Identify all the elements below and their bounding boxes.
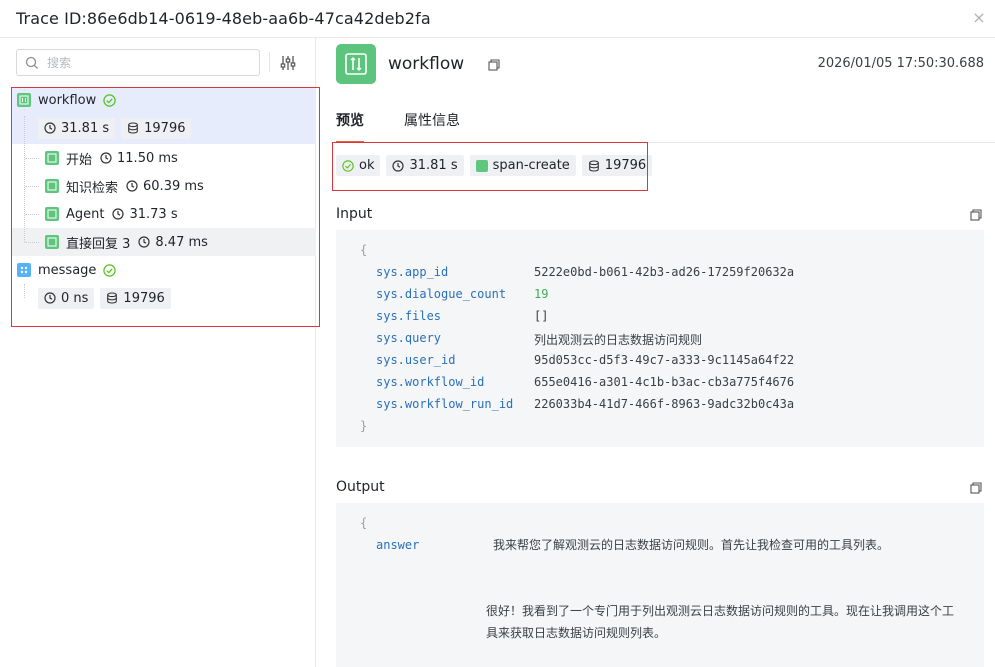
divider — [269, 52, 270, 72]
tree-connector — [25, 214, 39, 215]
duration-badge: 31.81 s — [38, 117, 116, 139]
tree-item-direct-reply[interactable]: 直接回复 3 8.47 ms — [45, 228, 208, 256]
tree-item-label: message — [38, 262, 97, 278]
node-icon — [475, 159, 488, 172]
database-icon — [128, 122, 138, 134]
tree-connector — [24, 116, 25, 242]
output-text: 我来帮您了解观测云的日志数据访问规则。首先让我检查可用的工具列表。 — [493, 538, 890, 552]
database-icon — [107, 292, 118, 304]
filter-settings-icon[interactable] — [279, 54, 297, 72]
divider — [336, 142, 995, 143]
tab-preview[interactable]: 预览 — [336, 111, 364, 143]
input-section-title: Input — [336, 206, 373, 222]
clock-icon — [44, 292, 56, 304]
tab-attributes[interactable]: 属性信息 — [404, 111, 460, 143]
json-row: sys.user_id 95d053cc-d5f3-49c7-a333-9c114… — [376, 353, 795, 367]
clock-icon — [392, 159, 405, 172]
tree-item-message-meta: 0 ns 19796 — [38, 284, 177, 312]
output-json-block: { answer 我来帮您了解观测云的日志数据访问规则。首先让我检查可用的工具列… — [336, 503, 984, 667]
tree-connector — [25, 158, 39, 159]
workflow-node-icon — [17, 93, 31, 107]
json-row: sys.files[] — [376, 309, 549, 323]
node-icon — [45, 207, 59, 221]
status-ok-icon — [342, 159, 354, 172]
status-ok-icon — [103, 263, 117, 277]
token-badge: 19796 — [100, 287, 171, 309]
clock-icon — [126, 180, 138, 192]
copy-icon[interactable] — [488, 59, 500, 71]
json-row: sys.workflow_id 655e0416-a301-4c1b-b3ac-c… — [376, 375, 795, 389]
search-input[interactable] — [47, 55, 237, 70]
output-text: 很好！我看到了一个专门用于列出观测云日志数据访问规则的工具。现在让我调用这个工 — [486, 604, 955, 618]
tree-item-message[interactable]: message — [17, 256, 117, 284]
tree-connector — [25, 186, 39, 187]
trace-header: Trace ID:86e6db14-0619-48eb-aa6b-47ca42d… — [0, 0, 995, 38]
database-icon — [588, 159, 599, 172]
output-text: 具来获取日志数据访问规则列表。 — [486, 626, 667, 640]
token-badge: 19796 — [121, 117, 192, 139]
tree-item-agent[interactable]: Agent 31.73 s — [45, 200, 178, 228]
input-json-block: { sys.app_id 5222e0bd-b061-42b3-ad26-1725… — [336, 230, 984, 447]
clock-icon — [112, 208, 125, 220]
timestamp: 2026/01/05 17:50:30.688 — [817, 56, 984, 71]
detail-title: workflow — [388, 54, 465, 74]
token-badge: 19796 — [581, 155, 653, 176]
tree-item-knowledge-retrieval[interactable]: 知识检索 60.39 ms — [45, 172, 204, 200]
tree-item-workflow-meta: 31.81 s 19796 — [38, 114, 197, 142]
json-row: sys.dialogue_count 19 — [376, 287, 549, 301]
status-ok-icon — [103, 93, 116, 107]
copy-icon[interactable] — [970, 209, 982, 221]
tree-connector — [25, 242, 39, 243]
span-detail-panel: workflow 2026/01/05 17:50:30.688 预览 属性信息… — [317, 38, 995, 667]
node-icon — [45, 179, 59, 193]
status-tags: ok 31.81 s span-create 19796 — [336, 155, 658, 176]
message-node-icon — [17, 263, 31, 277]
clock-icon — [138, 236, 151, 248]
span-tree-panel: workflow 31.81 s 19796 开始 11.50 ms 知识检索 … — [0, 38, 320, 667]
tree-connector — [24, 284, 25, 298]
search-box[interactable] — [16, 49, 260, 76]
output-section-title: Output — [336, 479, 385, 495]
output-key: answer — [376, 538, 420, 552]
tree-item-label: workflow — [38, 92, 97, 108]
json-row: sys.workflow_run_id 226033b4-41d7-466f-89… — [376, 397, 795, 411]
trace-id-title: Trace ID:86e6db14-0619-48eb-aa6b-47ca42d… — [16, 9, 431, 28]
tree-item-start[interactable]: 开始 11.50 ms — [45, 144, 178, 172]
json-row: sys.app_id 5222e0bd-b061-42b3-ad26-17259f… — [376, 265, 795, 279]
node-icon — [45, 151, 59, 165]
duration-badge: 0 ns — [38, 287, 95, 309]
span-type-badge: span-create — [469, 155, 576, 176]
detail-tabs: 预览 属性信息 — [336, 111, 500, 143]
search-icon — [25, 56, 38, 69]
clock-icon — [44, 122, 56, 134]
json-row: sys.query 列出观测云的日志数据访问规则 — [376, 331, 703, 347]
clock-icon — [100, 152, 112, 164]
status-badge: ok — [336, 155, 381, 176]
node-icon — [45, 235, 59, 249]
tree-item-workflow[interactable]: workflow — [17, 86, 116, 114]
close-icon[interactable]: × — [971, 10, 987, 26]
workflow-large-icon — [336, 44, 376, 84]
copy-icon[interactable] — [970, 482, 982, 494]
duration-badge: 31.81 s — [386, 155, 464, 176]
